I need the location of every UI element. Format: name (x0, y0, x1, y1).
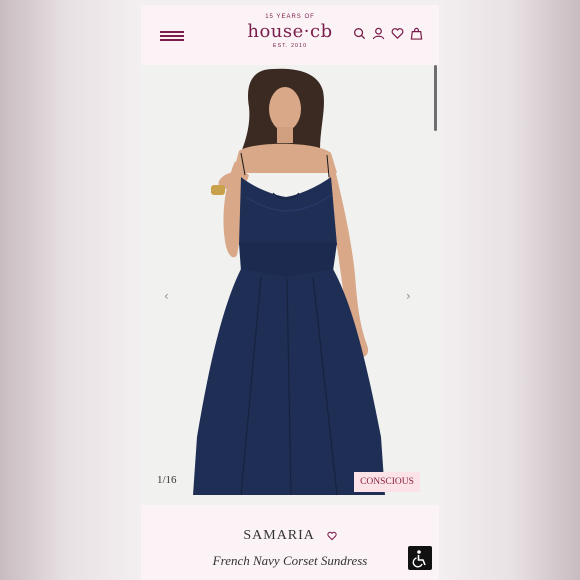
model-in-dress-illustration (141, 65, 439, 505)
product-image[interactable] (141, 65, 439, 505)
product-page: 15 YEARS OF house·cb EST. 2010 ‹ › 1/16 … (141, 5, 439, 580)
image-counter: 1/16 (157, 474, 177, 486)
logo-anniversary-text: 15 YEARS OF (265, 14, 315, 20)
account-icon[interactable] (372, 27, 385, 40)
wishlist-heart-icon[interactable] (327, 531, 337, 541)
product-info: SAMARIA French Navy Corset Sundress (141, 505, 439, 580)
prev-image-arrow[interactable]: ‹ (164, 289, 169, 303)
menu-icon[interactable] (160, 31, 184, 41)
accessibility-button[interactable] (408, 546, 432, 570)
conscious-badge: CONSCIOUS (354, 472, 420, 492)
site-header: 15 YEARS OF house·cb EST. 2010 (141, 5, 439, 65)
product-name-row: SAMARIA (141, 528, 439, 544)
logo-wordmark: house·cb (247, 21, 333, 42)
brand-logo[interactable]: 15 YEARS OF house·cb EST. 2010 (231, 11, 349, 63)
accessibility-icon (412, 550, 426, 568)
search-icon[interactable] (353, 27, 366, 40)
product-subtitle: French Navy Corset Sundress (212, 553, 368, 568)
logo-established-text: EST. 2010 (272, 43, 308, 49)
bag-icon[interactable] (410, 27, 423, 40)
scrollbar[interactable] (434, 65, 437, 131)
wishlist-icon[interactable] (391, 27, 404, 40)
header-actions (353, 27, 423, 40)
next-image-arrow[interactable]: › (406, 289, 411, 303)
product-name: SAMARIA (243, 528, 315, 543)
